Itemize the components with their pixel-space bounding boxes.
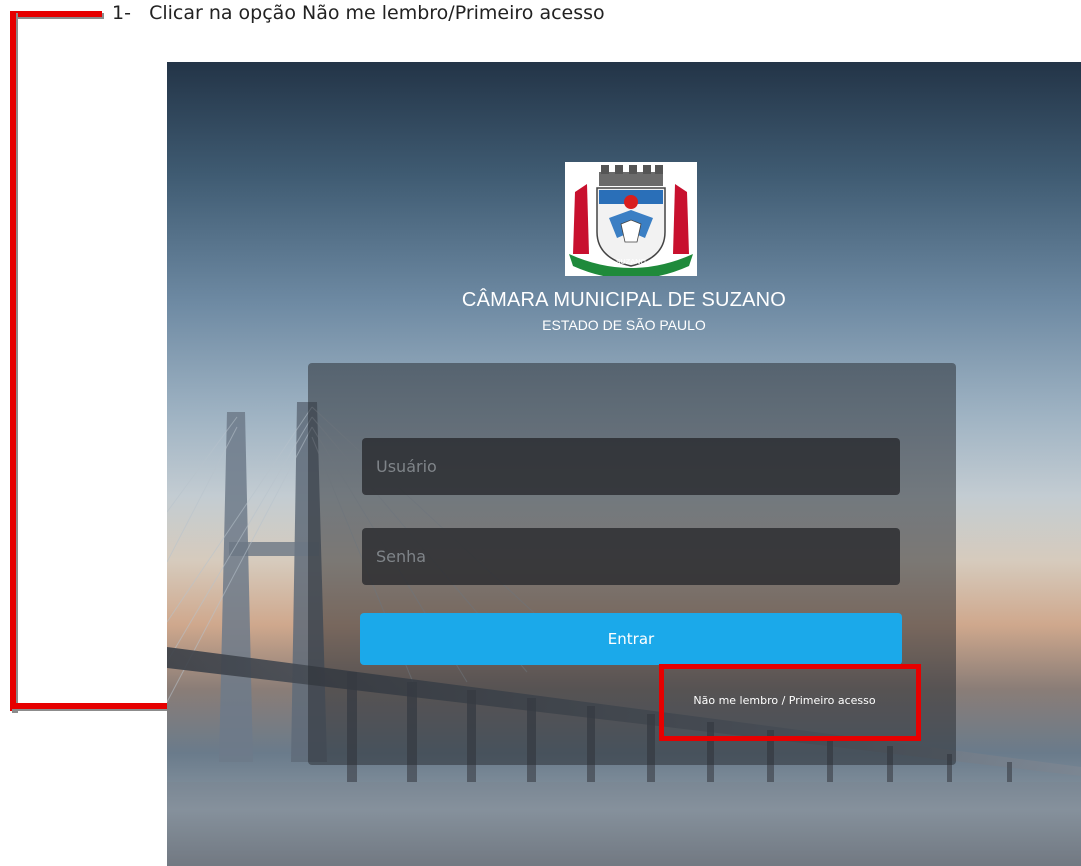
instruction-text: 1- Clicar na opção Não me lembro/Primeir… — [112, 2, 605, 24]
page-title: CÂMARA MUNICIPAL DE SUZANO — [461, 289, 787, 311]
coat-of-arms-suzano-icon: SUZANO — [569, 165, 693, 279]
guide-line-left — [10, 11, 16, 711]
login-button[interactable]: Entrar — [360, 613, 902, 665]
logo: SUZANO — [565, 162, 697, 279]
login-screen: SUZANO CÂMARA MUNICIPAL DE SUZANO ESTADO… — [167, 62, 1081, 866]
password-input[interactable] — [362, 528, 900, 585]
logo-ribbon-text: SUZANO — [616, 258, 646, 266]
username-input[interactable] — [362, 438, 900, 495]
guide-line-top — [10, 11, 102, 17]
highlight-box — [659, 664, 921, 741]
page-subtitle: ESTADO DE SÃO PAULO — [542, 317, 706, 333]
